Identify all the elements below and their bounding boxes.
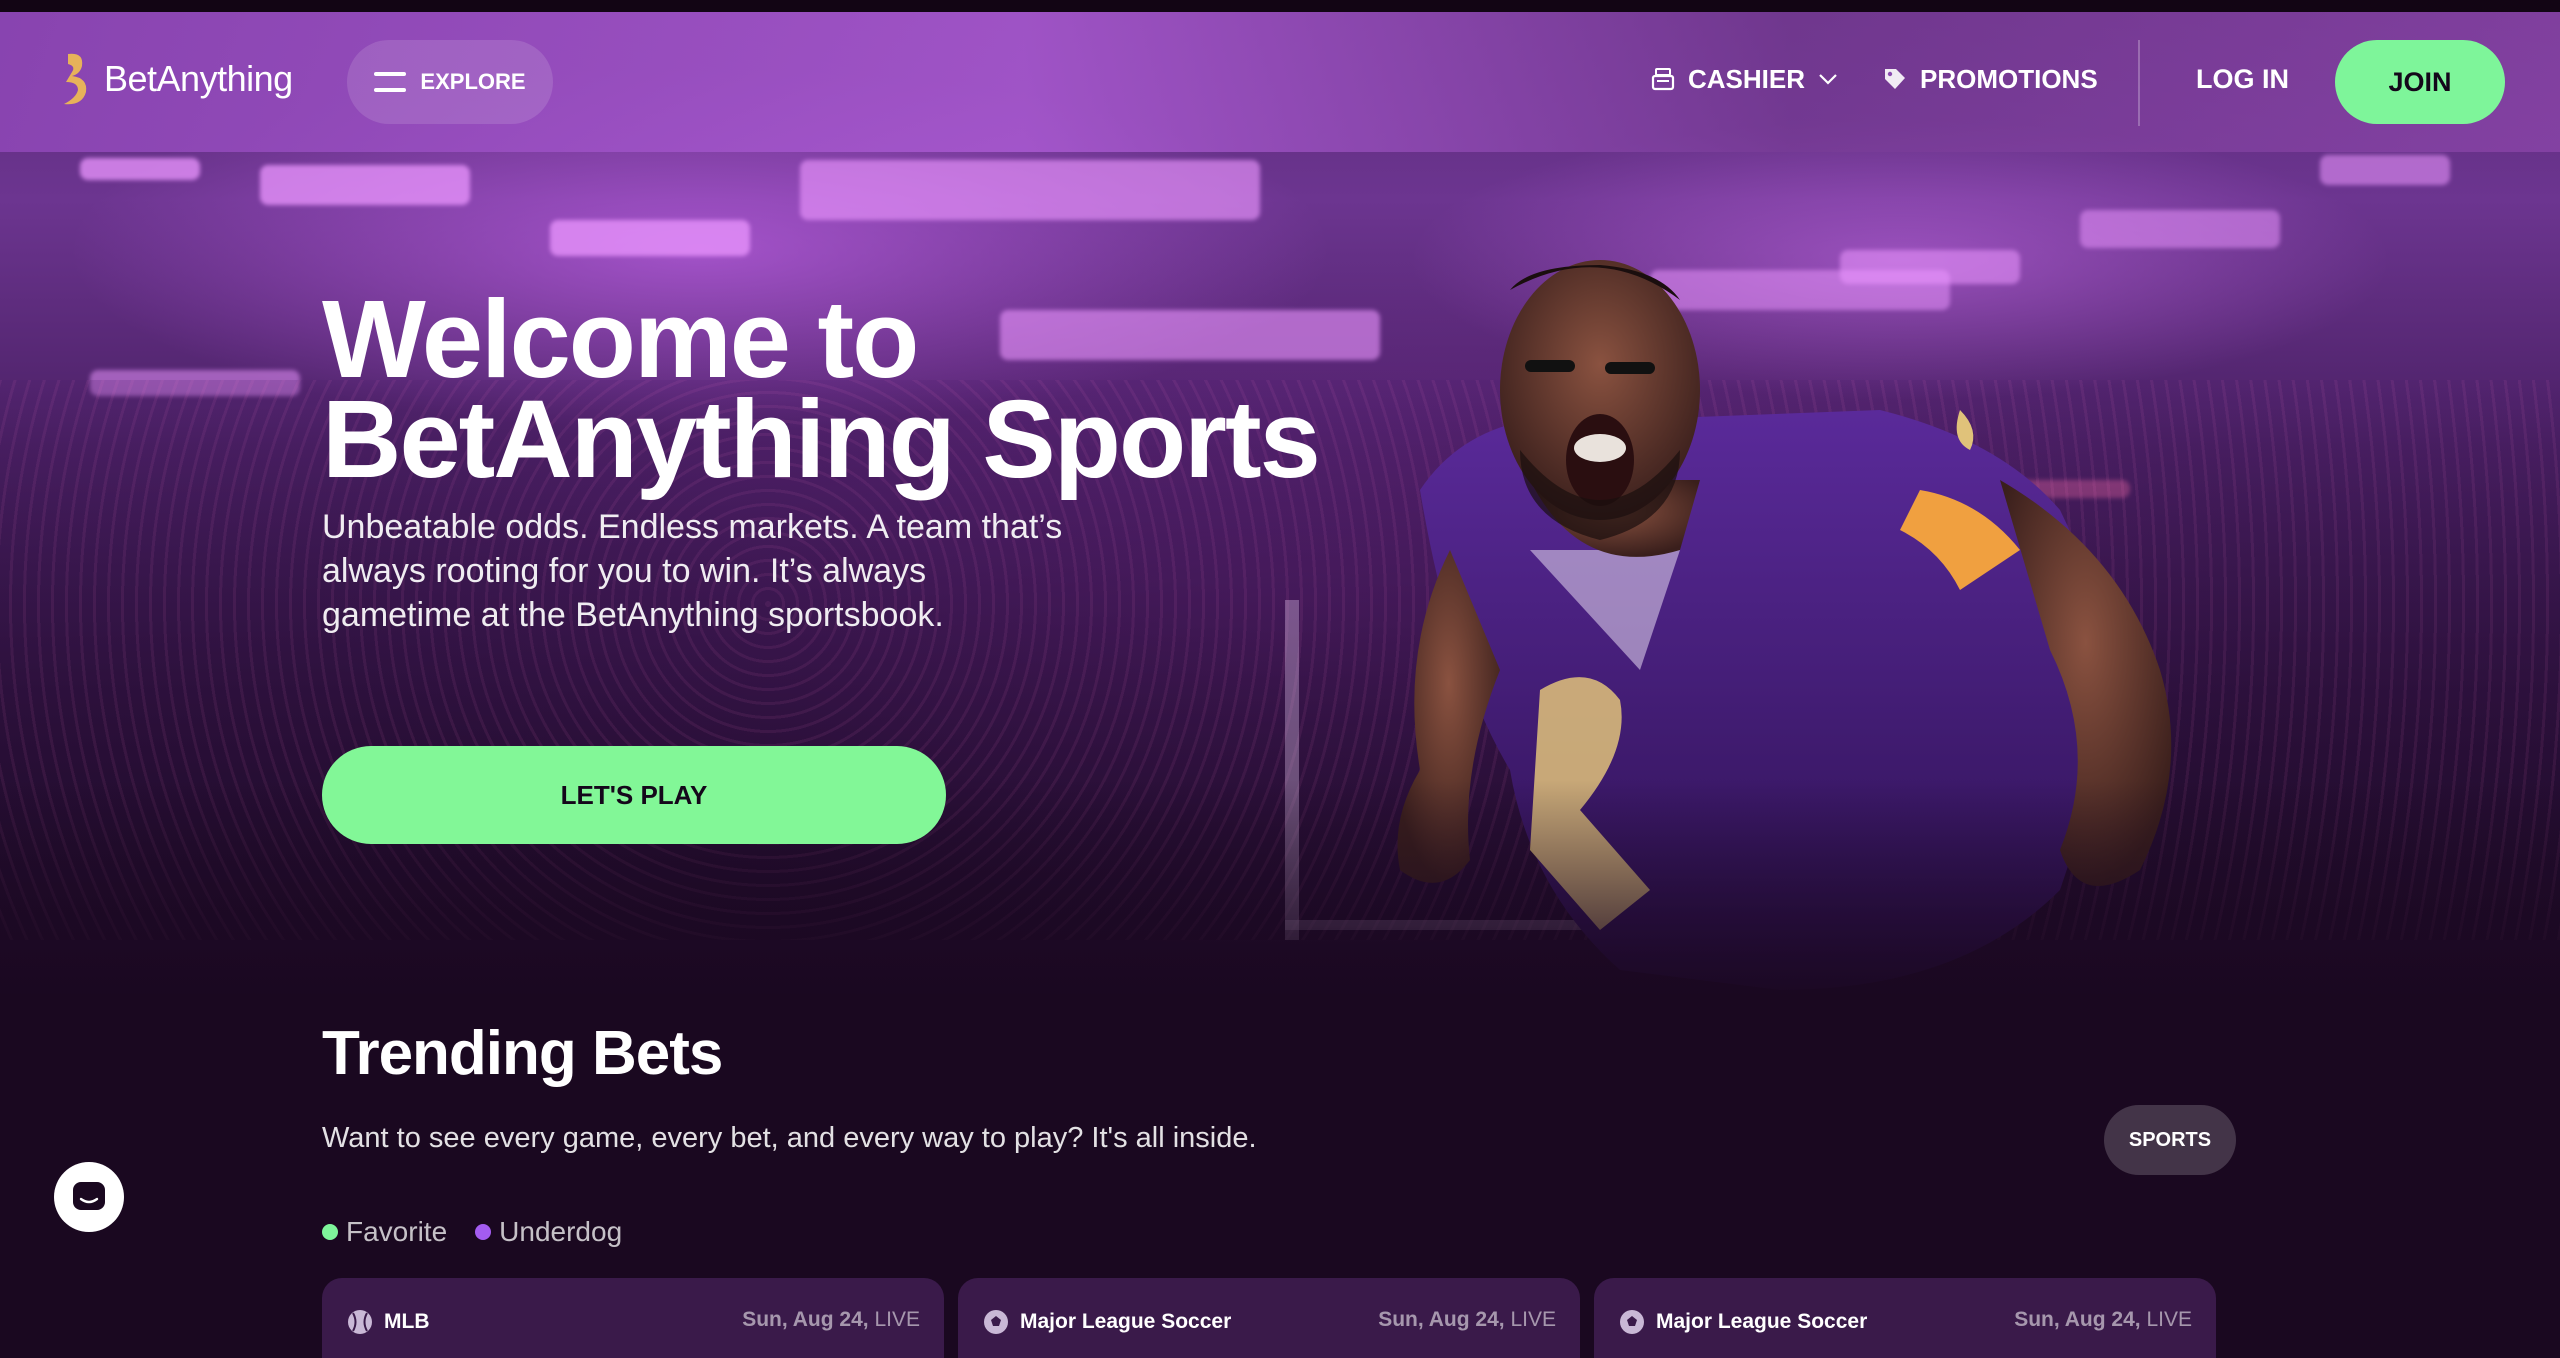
legend-label: Underdog [499,1216,623,1247]
top-strip [0,0,2560,12]
hero-subtitle-line: Unbeatable odds. Endless markets. A team… [322,508,1063,546]
bet-card[interactable]: MLB Sun, Aug 24, LIVE [322,1278,944,1358]
sports-button[interactable]: SPORTS [2104,1105,2236,1175]
league-name: MLB [384,1310,430,1333]
nav-divider [2138,40,2140,126]
card-league: Major League Soccer [982,1308,1231,1336]
game-date: Sun, Aug 24, [2014,1308,2141,1331]
card-time: Sun, Aug 24, LIVE [1378,1308,1556,1332]
soccer-ball-icon [1620,1310,1644,1334]
chat-support-button[interactable] [54,1162,124,1232]
game-status: LIVE [2146,1308,2192,1331]
explore-label: EXPLORE [420,69,526,94]
brand-name: BetAnything [104,58,293,99]
trending-bet-cards: MLB Sun, Aug 24, LIVE Major League Socce… [322,1278,2216,1358]
promotions-link[interactable]: PROMOTIONS [1882,54,2098,104]
page: BetAnything EXPLORE CASHIER PROMOTIONS L… [0,0,2560,1358]
hero-subtitle: Unbeatable odds. Endless markets. A team… [322,505,1182,637]
top-navigation-bar: BetAnything EXPLORE CASHIER PROMOTIONS L… [0,12,2560,152]
game-date: Sun, Aug 24, [742,1308,869,1331]
hero-subtitle-line: always rooting for you to win. It’s alwa… [322,552,927,590]
card-league: Major League Soccer [1618,1308,1867,1336]
league-name: Major League Soccer [1020,1310,1232,1333]
legend-underdog: Underdog [475,1216,622,1248]
card-league: MLB [346,1308,430,1336]
join-button[interactable]: JOIN [2335,40,2505,124]
promotions-label: PROMOTIONS [1920,63,2098,94]
trending-bets-description: Want to see every game, every bet, and e… [322,1122,1257,1154]
game-status: LIVE [1510,1308,1556,1331]
lets-play-button[interactable]: LET'S PLAY [322,746,946,844]
register-icon [1651,68,1675,91]
bet-card[interactable]: Major League Soccer Sun, Aug 24, LIVE [958,1278,1580,1358]
soccer-ball-icon [984,1310,1008,1334]
card-time: Sun, Aug 24, LIVE [2014,1308,2192,1332]
baseball-icon [348,1310,372,1334]
stadium-light [2080,210,2280,248]
brand-logo[interactable]: BetAnything [54,50,293,108]
card-time: Sun, Aug 24, LIVE [742,1308,920,1332]
stadium-light [2320,155,2450,185]
hero-subtitle-line: gametime at the BetAnything sportsbook. [322,596,944,634]
underdog-dot-icon [475,1224,492,1240]
cashier-label: CASHIER [1688,63,1806,94]
hero-title: Welcome to BetAnything Sports [322,278,1422,501]
stadium-light [550,220,750,256]
favorite-dot-icon [322,1224,338,1240]
game-status: LIVE [874,1308,920,1331]
chevron-down-icon [1819,74,1837,85]
stadium-light [800,160,1260,220]
bet-card[interactable]: Major League Soccer Sun, Aug 24, LIVE [1594,1278,2216,1358]
login-button[interactable]: LOG IN [2196,54,2289,104]
game-date: Sun, Aug 24, [1378,1308,1505,1331]
hamburger-menu-icon [374,72,407,92]
legend-favorite: Favorite [322,1216,447,1248]
explore-menu-button[interactable]: EXPLORE [347,40,553,124]
hero-title-line: BetAnything Sports [322,378,1321,501]
stadium-light [260,165,470,205]
trending-bets-heading: Trending Bets [322,1019,723,1088]
stadium-light [80,158,200,180]
legend-label: Favorite [346,1216,448,1247]
betanything-logo-icon [64,53,87,105]
tag-icon [1885,69,1905,89]
league-name: Major League Soccer [1656,1310,1868,1333]
hero-title-line: Welcome to [322,278,919,401]
odds-legend: Favorite Underdog [322,1216,622,1248]
cashier-menu-button[interactable]: CASHIER [1650,54,1839,104]
chat-icon [73,1182,105,1210]
